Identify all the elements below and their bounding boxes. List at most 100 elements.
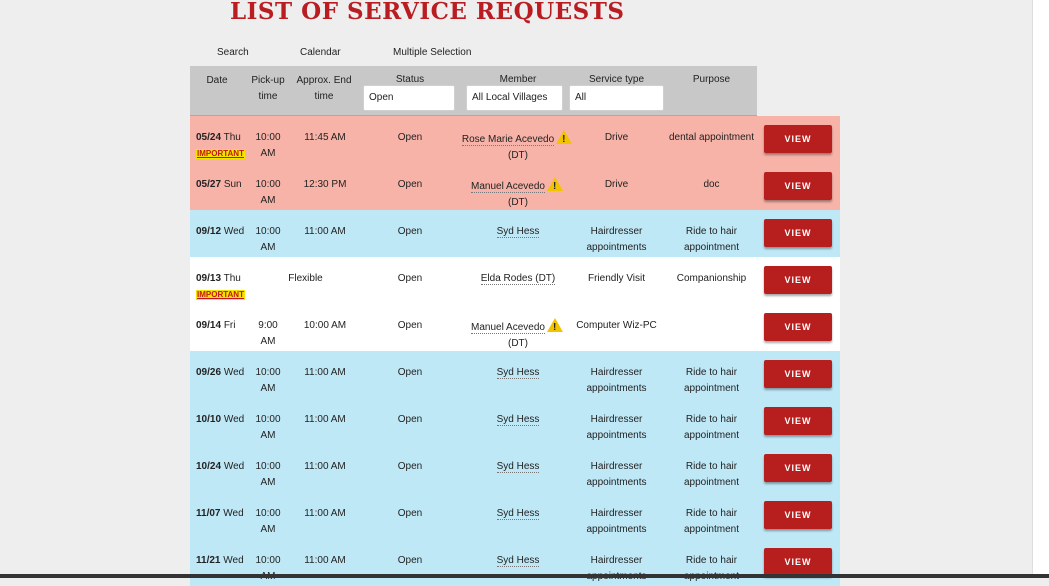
member-name[interactable]: Manuel Acevedo: [471, 181, 545, 193]
view-button[interactable]: VIEW: [764, 266, 832, 294]
date-value: 09/12: [196, 226, 222, 237]
tab-calendar[interactable]: Calendar: [300, 47, 341, 58]
purpose-value: Ride to hair appointment: [683, 461, 740, 488]
header-purpose: Purpose: [692, 74, 731, 85]
date-value: 11/21: [196, 555, 221, 566]
date-value: 05/27: [196, 179, 222, 190]
service-filter-select[interactable]: All: [569, 85, 664, 111]
end-time: 11:00 AM: [304, 508, 346, 519]
status-value: Open: [397, 555, 423, 566]
tab-multiple-selection[interactable]: Multiple Selection: [393, 47, 471, 58]
status-value: Open: [397, 179, 423, 190]
member-suffix: (DT): [508, 338, 528, 349]
table-row: 09/13 Thu IMPORTANT Flexible Open Elda Rodes…: [190, 257, 840, 304]
pickup-time: 10:00 AM: [255, 132, 281, 159]
date-cell: 05/27 Sun: [196, 177, 254, 193]
pickup-time: 10:00 AM: [255, 367, 281, 394]
important-badge: IMPORTANT: [196, 290, 245, 300]
table-row: 11/21 Wed10:00 AM 11:00 AM Open Syd Hess Hai…: [190, 539, 840, 586]
status-value: Open: [397, 273, 423, 284]
date-cell: 11/21 Wed: [196, 553, 254, 569]
header-pickup-time: Pick-up time: [251, 75, 285, 102]
pickup-time: 10:00 AM: [255, 555, 281, 582]
member-filter-select[interactable]: All Local Villages: [466, 85, 563, 111]
view-button[interactable]: VIEW: [764, 548, 832, 576]
date-value: 05/24: [196, 132, 222, 143]
end-time: 10:00 AM: [303, 320, 347, 331]
view-button[interactable]: VIEW: [764, 407, 832, 435]
date-value: 09/14: [196, 320, 222, 331]
date-value: 11/07: [196, 508, 221, 519]
service-type-value: Hairdresser appointments: [586, 508, 647, 535]
end-time: 12:30 PM: [303, 179, 347, 190]
date-cell: 09/26 Wed: [196, 365, 254, 381]
table-row: 05/27 Sun 10:00 AM 12:30 PM Open Manuel Acev…: [190, 163, 840, 210]
date-cell: 10/10 Wed: [196, 412, 254, 428]
tab-search[interactable]: Search: [217, 47, 249, 58]
view-button[interactable]: VIEW: [764, 454, 832, 482]
vertical-scrollbar[interactable]: [1032, 0, 1049, 574]
service-type-value: Hairdresser appointments: [586, 555, 646, 582]
pickup-time: 10:00 AM: [255, 414, 281, 441]
member-cell: Syd Hess: [454, 365, 582, 381]
member-name[interactable]: Elda Rodes (DT): [480, 273, 556, 285]
member-name[interactable]: Syd Hess: [496, 414, 540, 426]
view-button[interactable]: VIEW: [764, 360, 832, 388]
member-suffix: (DT): [508, 197, 528, 208]
member-name[interactable]: Manuel Acevedo: [471, 322, 545, 334]
weekday-value: Wed: [223, 508, 244, 519]
member-name[interactable]: Syd Hess: [496, 508, 540, 520]
service-type-value: Computer Wiz-PC: [576, 320, 657, 331]
purpose-value: Companionship: [676, 273, 747, 284]
view-tabs: Search Calendar Multiple Selection: [190, 47, 840, 61]
weekday-value: Wed: [223, 414, 245, 425]
purpose-value: doc: [703, 179, 720, 190]
table-row: 09/14 Fri 9:00 AM 10:00 AM Open Manuel Aceve…: [190, 304, 840, 351]
date-cell: 09/12 Wed: [196, 224, 254, 240]
view-button[interactable]: VIEW: [764, 501, 832, 529]
table-row: 09/12 Wed 10:00 AM 11:00 AM Open Syd Hess Hai…: [190, 210, 840, 257]
table-row: 11/07 Wed 10:00 AM 11:00 AM Open Syd Hess Hai…: [190, 492, 840, 539]
member-cell: Manuel Acevedo (DT): [454, 318, 582, 352]
weekday-value: Sun: [223, 179, 242, 190]
view-button[interactable]: VIEW: [764, 125, 832, 153]
view-button[interactable]: VIEW: [764, 172, 832, 200]
status-filter-select[interactable]: Open: [363, 85, 455, 111]
member-name[interactable]: Syd Hess: [496, 226, 540, 238]
service-type-value: Hairdresser appointments: [586, 226, 647, 253]
service-type-value: Friendly Visit: [587, 273, 646, 284]
date-value: 09/26: [196, 367, 222, 378]
view-button[interactable]: VIEW: [764, 313, 832, 341]
end-time: 11:00 AM: [304, 367, 346, 378]
date-cell: 05/24 Thu IMPORTANT: [196, 130, 254, 162]
member-name[interactable]: Syd Hess: [496, 367, 540, 379]
member-name[interactable]: Syd Hess: [496, 461, 540, 473]
member-name[interactable]: Rose Marie Acevedo: [461, 134, 555, 146]
weekday-value: Wed: [223, 367, 245, 378]
date-cell: 09/14 Fri: [196, 318, 254, 334]
status-value: Open: [397, 367, 423, 378]
window-bottom-edge: [0, 574, 1049, 578]
member-name[interactable]: Syd Hess: [496, 555, 540, 567]
member-cell: Syd Hess: [454, 412, 582, 428]
purpose-value: Ride to hair appointment: [683, 414, 740, 441]
weekday-value: Wed: [223, 461, 245, 472]
date-cell: 11/07 Wed: [196, 506, 254, 522]
purpose-value: Ride to hair appointment: [683, 226, 740, 253]
service-type-value: Drive: [604, 132, 629, 143]
service-requests-table: Date Pick-up time Approx. End time Statu…: [190, 66, 840, 586]
member-cell: Rose Marie Acevedo (DT): [454, 130, 582, 164]
member-cell: Syd Hess: [454, 506, 582, 522]
view-button[interactable]: VIEW: [764, 219, 832, 247]
service-type-value: Hairdresser appointments: [586, 367, 647, 394]
date-cell: 09/13 Thu IMPORTANT: [196, 271, 254, 303]
end-time: 11:00 AM: [304, 555, 346, 566]
weekday-value: Thu: [223, 132, 241, 143]
table-row: 10/10 Wed 10:00 AM 11:00 AM Open Syd Hess Hai…: [190, 398, 840, 445]
status-value: Open: [397, 414, 423, 425]
purpose-value: Ride to hair appointment: [684, 555, 739, 582]
date-cell: 10/24 Wed: [196, 459, 254, 475]
header-end-time: Approx. End time: [296, 75, 352, 102]
header-date: Date: [206, 75, 228, 86]
status-value: Open: [397, 320, 423, 331]
